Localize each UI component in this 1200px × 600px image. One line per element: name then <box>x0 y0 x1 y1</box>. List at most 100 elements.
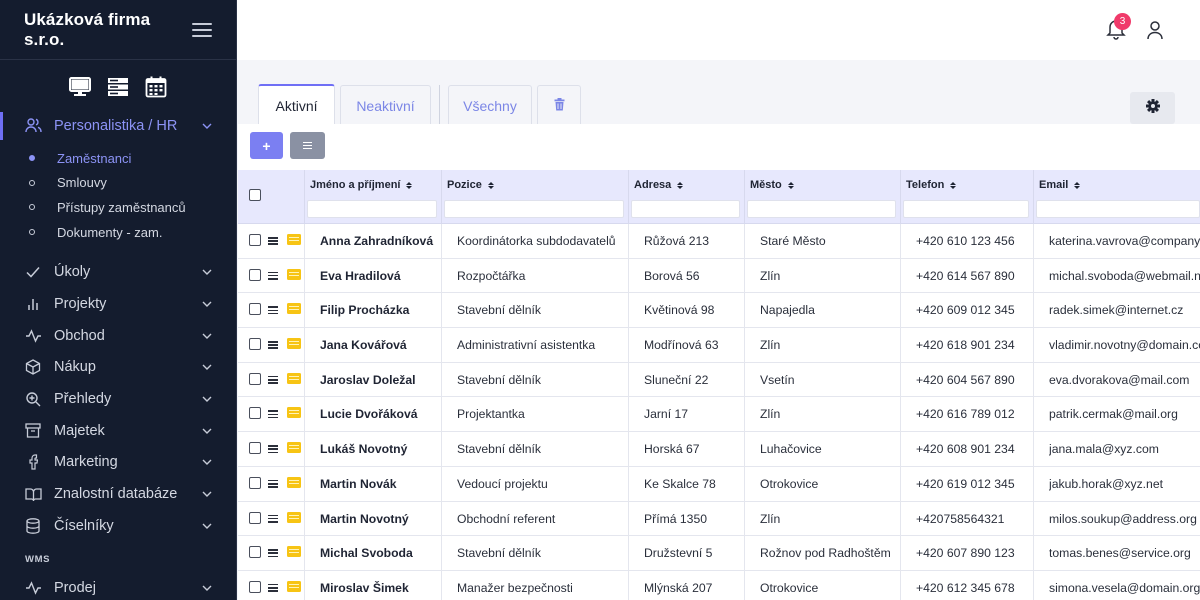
filter-input-adresa[interactable] <box>631 200 740 218</box>
cell-adresa: Jarní 17 <box>644 407 689 422</box>
sidebar-item-nakup[interactable]: Nákup <box>0 352 236 384</box>
content-panel: + Jméno a příjmení Pozice Adresa Město T… <box>238 124 1200 600</box>
bullet-icon <box>29 229 35 236</box>
user-icon[interactable] <box>1145 19 1165 41</box>
table-row[interactable]: Michal Svoboda Stavební dělník Družstevní … <box>238 536 1200 571</box>
column-label: Email <box>1039 179 1069 191</box>
sidebar-subitem-pristupy[interactable]: Přístupy zaměstnanců <box>0 195 236 220</box>
table-row[interactable]: Jaroslav Doležal Stavební dělník Sluneční … <box>238 362 1200 398</box>
hamburger-menu-icon[interactable] <box>192 22 212 37</box>
column-header-pozice[interactable]: Pozice <box>441 170 628 224</box>
row-menu-icon[interactable] <box>268 479 278 488</box>
column-header-email[interactable]: Email <box>1033 170 1200 224</box>
select-all-checkbox[interactable] <box>249 189 261 201</box>
row-detail-icon[interactable] <box>287 511 301 523</box>
filter-input-email[interactable] <box>1036 200 1200 218</box>
sidebar-item-majetek[interactable]: Majetek <box>0 415 236 447</box>
row-menu-icon[interactable] <box>268 271 278 280</box>
add-button[interactable]: + <box>250 132 283 159</box>
row-menu-icon[interactable] <box>268 306 278 315</box>
sidebar-subitem-zamestnanci[interactable]: Zaměstnanci <box>0 146 236 171</box>
row-detail-icon[interactable] <box>287 580 301 592</box>
sidebar-item-personalistika[interactable]: Personalistika / HR <box>0 110 236 142</box>
sidebar-subitem-smlouvy[interactable]: Smlouvy <box>0 170 236 195</box>
filter-input-telefon[interactable] <box>903 200 1029 218</box>
row-checkbox[interactable] <box>249 338 261 351</box>
tab-neaktivni[interactable]: Neaktivní <box>340 85 431 125</box>
row-checkbox[interactable] <box>249 580 261 593</box>
column-header-mesto[interactable]: Město <box>744 170 900 224</box>
sidebar-item-ciselniky[interactable]: Číselníky <box>0 510 236 542</box>
row-menu-icon[interactable] <box>268 375 278 384</box>
sidebar-item-prodej[interactable]: Prodej <box>0 573 236 600</box>
row-detail-icon[interactable] <box>287 407 301 419</box>
row-detail-icon[interactable] <box>287 234 301 245</box>
row-checkbox[interactable] <box>249 511 261 524</box>
filter-input-jmeno[interactable] <box>307 200 437 218</box>
sort-icon <box>487 181 494 189</box>
row-menu-icon[interactable] <box>268 514 278 523</box>
sidebar-item-znalostni-databaze[interactable]: Znalostní databáze <box>0 478 236 510</box>
row-detail-icon[interactable] <box>287 372 301 384</box>
company-name[interactable]: Ukázková firma s.r.o. <box>24 10 192 50</box>
tab-aktivni[interactable]: Aktivní <box>258 84 335 125</box>
table-row[interactable]: Anna Zahradníková Koordinátorka subdodava… <box>238 224 1200 259</box>
table-row[interactable]: Jana Kovářová Administrativní asistentka M… <box>238 328 1200 363</box>
row-checkbox[interactable] <box>249 234 261 246</box>
sidebar-item-prehledy[interactable]: Přehledy <box>0 383 236 415</box>
cell-jmeno: Martin Novák <box>320 476 397 491</box>
sidebar-item-projekty[interactable]: Projekty <box>0 288 236 320</box>
trash-icon <box>554 97 565 114</box>
tab-vsechny[interactable]: Všechny <box>448 85 532 125</box>
table-row[interactable]: Martin Novotný Obchodní referent Přímá 135… <box>238 501 1200 537</box>
calendar-icon[interactable] <box>144 75 168 99</box>
filter-input-pozice[interactable] <box>444 200 624 218</box>
cell-mesto: Zlín <box>760 268 781 283</box>
row-checkbox[interactable] <box>249 303 261 316</box>
row-menu-icon[interactable] <box>268 341 278 350</box>
table-row[interactable]: Miroslav Šimek Manažer bezpečnosti Mlýnská… <box>238 570 1200 600</box>
filter-input-mesto[interactable] <box>747 200 896 218</box>
desktop-icon[interactable] <box>68 75 92 99</box>
table-row[interactable]: Lucie Dvořáková Projektantka Jarní 17 Zlín +… <box>238 397 1200 433</box>
row-checkbox[interactable] <box>249 546 261 559</box>
row-menu-icon[interactable] <box>268 445 278 454</box>
row-checkbox[interactable] <box>249 372 261 385</box>
tab-trash[interactable] <box>537 85 581 125</box>
row-detail-icon[interactable] <box>287 476 301 488</box>
list-menu-button[interactable] <box>290 132 325 159</box>
cell-email: radek.simek@internet.cz <box>1049 303 1184 318</box>
sidebar-item-label: Znalostní databáze <box>54 486 178 503</box>
column-header-jmeno[interactable]: Jméno a příjmení <box>304 170 441 224</box>
settings-button[interactable] <box>1130 92 1175 124</box>
cell-email: simona.vesela@domain.org <box>1049 580 1200 595</box>
row-checkbox[interactable] <box>249 442 261 455</box>
chevron-down-icon <box>202 267 212 277</box>
list-view-icon[interactable] <box>106 75 130 99</box>
row-menu-icon[interactable] <box>268 410 278 419</box>
sidebar-item-obchod[interactable]: Obchod <box>0 320 236 352</box>
table-row[interactable]: Filip Procházka Stavební dělník Květinová … <box>238 293 1200 329</box>
sidebar-item-ukoly[interactable]: Úkoly <box>0 256 236 288</box>
row-detail-icon[interactable] <box>287 546 301 558</box>
row-checkbox[interactable] <box>249 268 261 281</box>
row-menu-icon[interactable] <box>268 583 278 592</box>
row-checkbox[interactable] <box>249 407 261 420</box>
table-row[interactable]: Eva Hradilová Rozpočtářka Borová 56 Zlín +42… <box>238 258 1200 294</box>
row-detail-icon[interactable] <box>287 268 301 280</box>
sidebar-subitem-dokumenty[interactable]: Dokumenty - zam. <box>0 220 236 245</box>
cell-telefon: +420 610 123 456 <box>916 234 1015 248</box>
column-header-telefon[interactable]: Telefon <box>900 170 1033 224</box>
sidebar-item-label: Nákup <box>54 359 96 376</box>
table-row[interactable]: Lukáš Novotný Stavební dělník Horská 67 Luh… <box>238 432 1200 467</box>
row-checkbox[interactable] <box>249 476 261 489</box>
row-detail-icon[interactable] <box>287 338 301 350</box>
table-row[interactable]: Martin Novák Vedoucí projektu Ke Skalce 78… <box>238 466 1200 502</box>
column-header-adresa[interactable]: Adresa <box>628 170 744 224</box>
row-detail-icon[interactable] <box>287 303 301 315</box>
sidebar-item-marketing[interactable]: Marketing <box>0 447 236 479</box>
cell-telefon: +420 612 345 678 <box>916 580 1015 595</box>
row-menu-icon[interactable] <box>268 549 278 558</box>
row-detail-icon[interactable] <box>287 442 301 454</box>
row-menu-icon[interactable] <box>268 237 278 245</box>
